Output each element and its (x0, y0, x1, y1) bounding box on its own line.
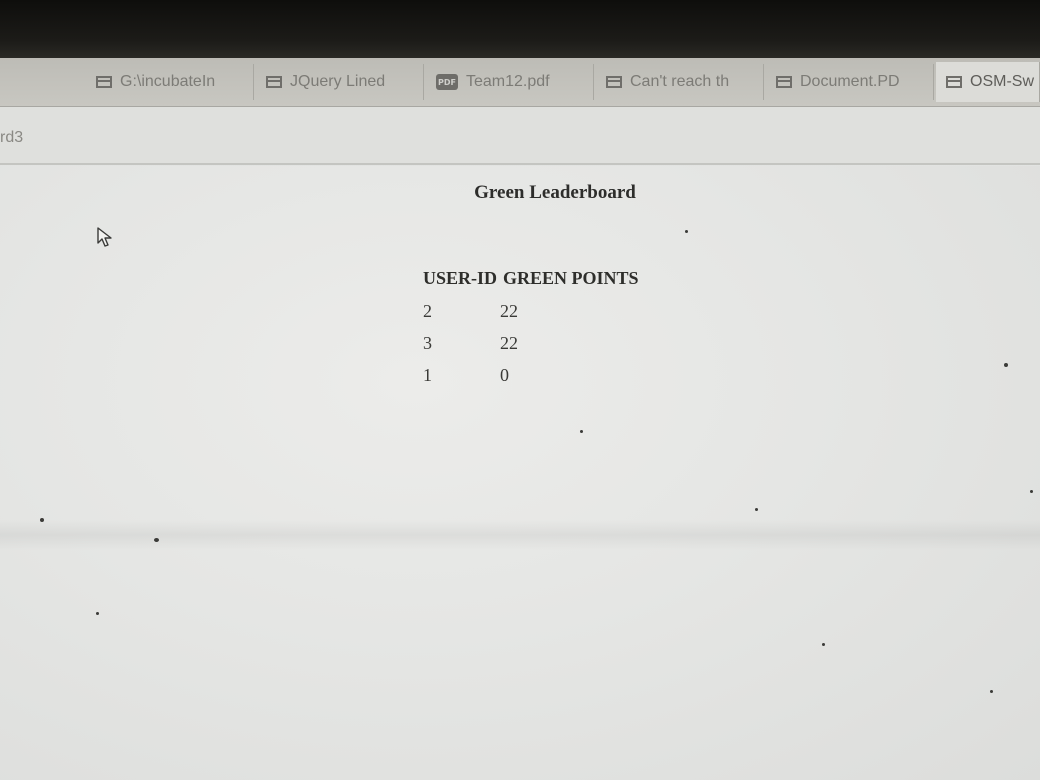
cell-points: 22 (500, 333, 519, 353)
page-title: Green Leaderboard (474, 182, 636, 203)
dust-speck (580, 430, 583, 433)
cell-user-id: 1 (423, 365, 432, 385)
cell-points: 0 (500, 365, 510, 385)
cell-user-id: 2 (423, 301, 432, 321)
tab-jquery-lined[interactable]: JQuery Lined (256, 64, 424, 100)
page-icon (606, 76, 622, 88)
dust-speck (1004, 363, 1008, 367)
dust-speck (154, 538, 159, 542)
table-row: 1 0 (420, 359, 642, 391)
screen-scanline (0, 520, 1040, 550)
header-user-id: USER-ID (423, 268, 498, 288)
dust-speck (40, 518, 44, 522)
monitor-bezel (0, 0, 1040, 58)
page-icon (776, 76, 792, 88)
cell-points: 22 (500, 301, 519, 321)
tab-osm-sw[interactable]: OSM-Sw (936, 62, 1040, 102)
dust-speck (822, 643, 825, 646)
table-header-row: USER-ID GREEN POINTS (420, 266, 642, 295)
mouse-pointer-icon (97, 227, 112, 247)
page-icon (946, 76, 962, 88)
tab-label: Team12.pdf (466, 73, 550, 90)
address-text: rd3 (0, 129, 24, 146)
page-content (0, 166, 1040, 780)
tab-label: JQuery Lined (290, 73, 386, 90)
browser-tab-bar: G:\incubateIn JQuery Lined PDF Team12.pd… (0, 58, 1040, 107)
dust-speck (96, 612, 99, 615)
tab-team12-pdf[interactable]: PDF Team12.pdf (426, 64, 594, 100)
tab-label: OSM-Sw (970, 73, 1034, 90)
leaderboard-table: USER-ID GREEN POINTS 2 22 3 22 1 0 (420, 266, 642, 391)
dust-speck (1030, 490, 1033, 493)
table-row: 3 22 (420, 327, 642, 359)
dust-speck (755, 508, 758, 511)
tab-incubatein[interactable]: G:\incubateIn (86, 64, 254, 100)
tab-cant-reach[interactable]: Can't reach th (596, 64, 764, 100)
dust-speck (685, 230, 688, 233)
tab-label: G:\incubateIn (120, 73, 216, 90)
tab-document-pdf[interactable]: Document.PD (766, 64, 934, 100)
dust-speck (990, 690, 993, 693)
tab-label: Can't reach th (630, 73, 730, 90)
tab-label: Document.PD (800, 73, 900, 90)
screen: G:\incubateIn JQuery Lined PDF Team12.pd… (0, 0, 1040, 780)
page-icon (96, 76, 112, 88)
address-bar[interactable]: rd3 (0, 107, 1040, 165)
page-icon (266, 76, 282, 88)
cell-user-id: 3 (423, 333, 432, 353)
pdf-icon: PDF (436, 74, 458, 90)
table-row: 2 22 (420, 295, 642, 327)
header-green-points: GREEN POINTS (503, 268, 639, 288)
